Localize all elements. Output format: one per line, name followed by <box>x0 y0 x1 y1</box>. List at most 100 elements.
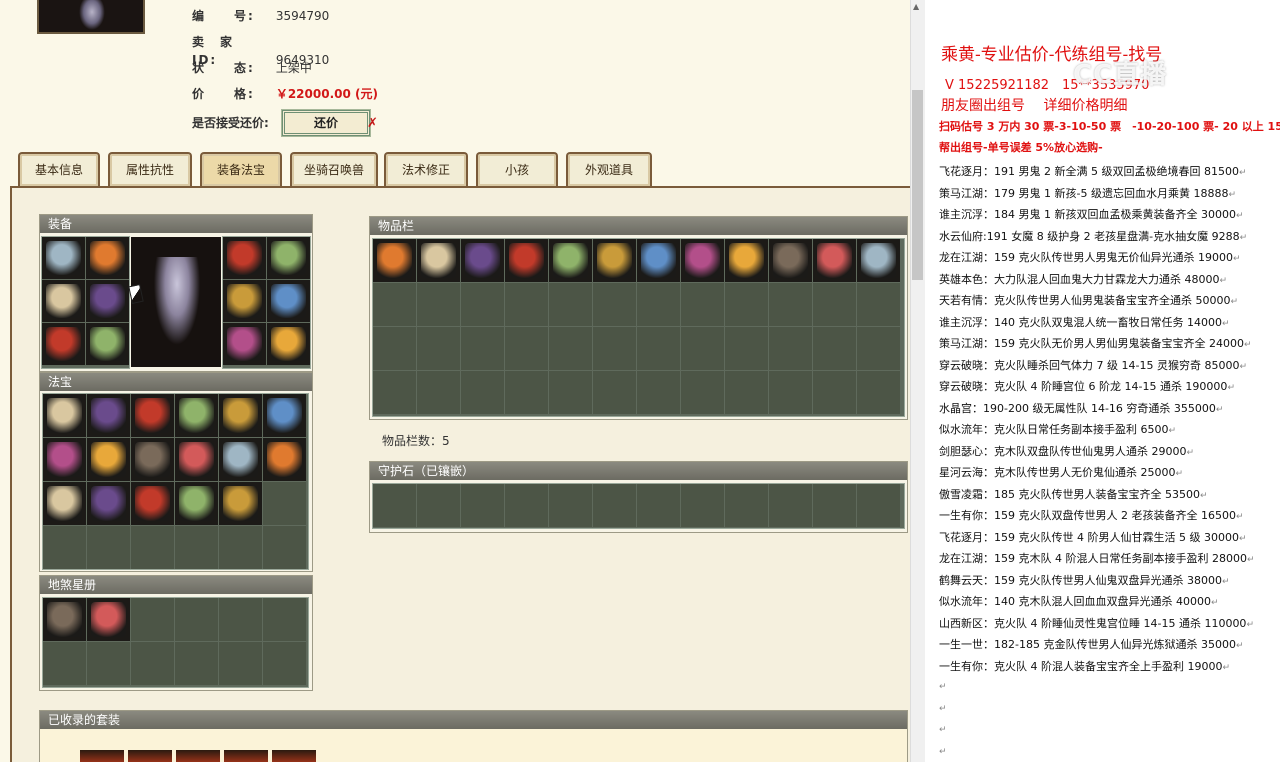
inventory-slot[interactable] <box>461 371 504 414</box>
treasure-slot[interactable] <box>175 394 218 437</box>
star-book-slot[interactable] <box>87 642 130 685</box>
treasure-slot[interactable] <box>43 438 86 481</box>
inventory-slot[interactable] <box>769 327 812 370</box>
guard-stone-slot[interactable] <box>769 484 812 527</box>
guard-stone-slot[interactable] <box>461 484 504 527</box>
inventory-slot[interactable] <box>593 327 636 370</box>
inventory-slot[interactable] <box>461 283 504 326</box>
tab-2[interactable]: 装备法宝 <box>200 152 282 186</box>
inventory-slot[interactable] <box>681 239 724 282</box>
inventory-slot[interactable] <box>461 327 504 370</box>
equipment-slot[interactable] <box>223 323 266 365</box>
inventory-slot[interactable] <box>505 239 548 282</box>
treasure-slot[interactable] <box>175 438 218 481</box>
inventory-slot[interactable] <box>681 371 724 414</box>
treasure-slot[interactable] <box>219 438 262 481</box>
treasure-slot[interactable] <box>87 526 130 569</box>
inventory-slot[interactable] <box>769 371 812 414</box>
tab-1[interactable]: 属性抗性 <box>108 152 192 186</box>
treasure-slot[interactable] <box>219 482 262 525</box>
treasure-slot[interactable] <box>175 526 218 569</box>
inventory-slot[interactable] <box>857 283 900 326</box>
treasure-slot[interactable] <box>43 482 86 525</box>
inventory-slot[interactable] <box>681 283 724 326</box>
treasure-slot[interactable] <box>131 526 174 569</box>
collected-set-item[interactable] <box>128 750 172 762</box>
inventory-slot[interactable] <box>505 283 548 326</box>
inventory-slot[interactable] <box>637 371 680 414</box>
inventory-slot[interactable] <box>549 327 592 370</box>
inventory-slot[interactable] <box>637 239 680 282</box>
star-book-slot[interactable] <box>175 642 218 685</box>
star-book-slot[interactable] <box>87 598 130 641</box>
inventory-slot[interactable] <box>505 327 548 370</box>
inventory-slot[interactable] <box>505 371 548 414</box>
inventory-slot[interactable] <box>549 371 592 414</box>
inventory-slot[interactable] <box>373 283 416 326</box>
collected-set-item[interactable] <box>224 750 268 762</box>
inventory-slot[interactable] <box>373 371 416 414</box>
inventory-slot[interactable] <box>725 283 768 326</box>
inventory-slot[interactable] <box>813 283 856 326</box>
equipment-slot[interactable] <box>42 323 85 365</box>
star-book-slot[interactable] <box>43 598 86 641</box>
treasure-slot[interactable] <box>131 482 174 525</box>
treasure-slot[interactable] <box>263 482 306 525</box>
equipment-slot[interactable] <box>267 280 310 322</box>
inventory-slot[interactable] <box>769 239 812 282</box>
guard-stone-slot[interactable] <box>593 484 636 527</box>
tab-0[interactable]: 基本信息 <box>18 152 100 186</box>
equipment-slot[interactable] <box>267 323 310 365</box>
guard-stone-slot[interactable] <box>549 484 592 527</box>
collected-set-item[interactable] <box>80 750 124 762</box>
star-book-slot[interactable] <box>175 598 218 641</box>
inventory-slot[interactable] <box>637 283 680 326</box>
inventory-slot[interactable] <box>417 371 460 414</box>
inventory-slot[interactable] <box>857 327 900 370</box>
treasure-slot[interactable] <box>87 482 130 525</box>
inventory-slot[interactable] <box>417 283 460 326</box>
collected-set-item[interactable] <box>176 750 220 762</box>
tab-5[interactable]: 小孩 <box>476 152 558 186</box>
guard-stone-slot[interactable] <box>681 484 724 527</box>
equipment-slot[interactable] <box>86 323 129 365</box>
star-book-slot[interactable] <box>263 642 306 685</box>
treasure-slot[interactable] <box>43 526 86 569</box>
bargain-button[interactable]: 还价 <box>282 110 370 136</box>
star-book-slot[interactable] <box>219 642 262 685</box>
treasure-slot[interactable] <box>219 526 262 569</box>
guard-stone-slot[interactable] <box>417 484 460 527</box>
inventory-slot[interactable] <box>593 371 636 414</box>
character-thumbnail[interactable] <box>37 0 145 34</box>
treasure-slot[interactable] <box>87 438 130 481</box>
treasure-slot[interactable] <box>219 394 262 437</box>
equipment-slot[interactable] <box>223 280 266 322</box>
inventory-slot[interactable] <box>593 239 636 282</box>
treasure-slot[interactable] <box>263 438 306 481</box>
inventory-slot[interactable] <box>813 371 856 414</box>
star-book-slot[interactable] <box>131 642 174 685</box>
treasure-slot[interactable] <box>263 394 306 437</box>
star-book-slot[interactable] <box>131 598 174 641</box>
inventory-slot[interactable] <box>813 327 856 370</box>
star-book-slot[interactable] <box>219 598 262 641</box>
equipment-slot[interactable] <box>86 237 129 279</box>
equipment-slot[interactable] <box>223 237 266 279</box>
inventory-slot[interactable] <box>549 283 592 326</box>
equipment-slot[interactable] <box>42 280 85 322</box>
inventory-slot[interactable] <box>857 371 900 414</box>
inventory-slot[interactable] <box>637 327 680 370</box>
tab-6[interactable]: 外观道具 <box>566 152 652 186</box>
equipment-slot[interactable] <box>267 237 310 279</box>
inventory-slot[interactable] <box>725 371 768 414</box>
page-scrollbar-thumb[interactable] <box>912 90 923 280</box>
treasure-slot[interactable] <box>131 438 174 481</box>
scroll-up-arrow-icon[interactable]: ▲ <box>913 2 922 12</box>
equipment-slot[interactable] <box>42 237 85 279</box>
star-book-slot[interactable] <box>43 642 86 685</box>
inventory-slot[interactable] <box>373 239 416 282</box>
guard-stone-slot[interactable] <box>505 484 548 527</box>
tab-4[interactable]: 法术修正 <box>384 152 468 186</box>
inventory-slot[interactable] <box>725 239 768 282</box>
inventory-slot[interactable] <box>725 327 768 370</box>
